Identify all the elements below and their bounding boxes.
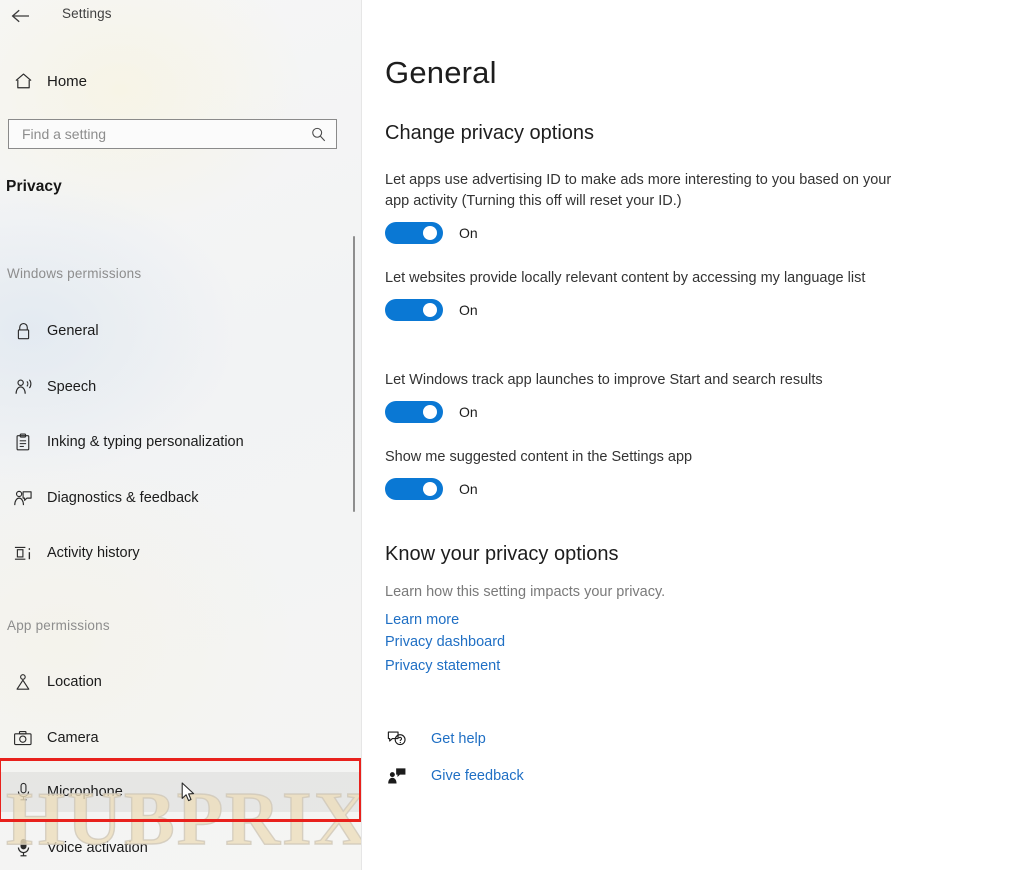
lock-icon (4, 322, 42, 341)
sidebar-item-speech[interactable]: Speech (0, 367, 362, 407)
sidebar-item-general[interactable]: General (0, 311, 362, 351)
sidebar-item-camera[interactable]: Camera (0, 718, 362, 758)
person-feedback-icon (4, 489, 42, 508)
category-heading: Privacy (6, 178, 62, 195)
section-title-change-privacy-options: Change privacy options (385, 122, 595, 144)
get-help-link[interactable]: Get help (385, 730, 486, 748)
sidebar-item-activity-history-label: Activity history (47, 545, 140, 561)
setting-advertising-id-description: Let apps use advertising ID to make ads … (385, 172, 892, 209)
group-label-app-permissions: App permissions (7, 618, 110, 633)
sidebar-item-activity-history[interactable]: Activity history (0, 533, 362, 573)
setting-language-list-toggle[interactable] (385, 299, 443, 321)
activity-history-icon (4, 544, 42, 563)
title-bar: Settings (0, 0, 362, 40)
setting-suggested-content-description: Show me suggested content in the Setting… (385, 449, 693, 465)
setting-track-app-launches: Let Windows track app launches to improv… (385, 370, 905, 423)
sidebar-item-general-label: General (47, 323, 99, 339)
link-learn-more[interactable]: Learn more (385, 612, 459, 628)
sidebar-item-home-label: Home (47, 72, 88, 90)
sidebar-scrollbar-thumb[interactable] (353, 236, 355, 512)
voice-activation-icon (4, 838, 42, 858)
camera-icon (4, 730, 42, 747)
setting-advertising-id-toggle[interactable] (385, 222, 443, 244)
microphone-icon (4, 782, 42, 802)
toggle-knob (423, 405, 437, 419)
setting-suggested-content-toggle[interactable] (385, 478, 443, 500)
search-input[interactable] (20, 120, 304, 148)
speech-person-icon (4, 378, 42, 397)
sidebar-item-speech-label: Speech (47, 379, 97, 395)
sidebar: Settings Home Privacy Windows permiss (0, 0, 362, 870)
section-subtitle-privacy: Learn how this setting impacts your priv… (385, 584, 666, 600)
give-feedback-link[interactable]: Give feedback (385, 767, 524, 785)
settings-window: Settings Home Privacy Windows permiss (0, 0, 1024, 870)
group-label-windows-permissions: Windows permissions (7, 266, 142, 281)
feedback-person-icon (385, 767, 409, 785)
sidebar-item-microphone-label: Microphone (47, 784, 123, 800)
sidebar-item-microphone[interactable]: Microphone (0, 772, 362, 812)
sidebar-item-inking-typing[interactable]: Inking & typing personalization (0, 422, 362, 462)
sidebar-item-voice-activation-label: Voice activation (47, 840, 148, 856)
setting-advertising-id-state: On (459, 225, 478, 241)
toggle-knob (423, 303, 437, 317)
setting-language-list: Let websites provide locally relevant co… (385, 268, 905, 321)
sidebar-item-home[interactable]: Home (0, 64, 350, 98)
sidebar-item-camera-label: Camera (47, 730, 99, 746)
setting-suggested-content-toggle-row: On (385, 478, 905, 500)
search-box[interactable] (8, 119, 337, 149)
sidebar-item-voice-activation[interactable]: Voice activation (0, 828, 362, 868)
sidebar-item-location-label: Location (47, 674, 102, 690)
sidebar-item-diagnostics-feedback[interactable]: Diagnostics & feedback (0, 478, 362, 518)
setting-track-app-launches-state: On (459, 404, 478, 420)
search-icon[interactable] (310, 126, 327, 148)
setting-language-list-description: Let websites provide locally relevant co… (385, 270, 866, 286)
setting-suggested-content: Show me suggested content in the Setting… (385, 447, 905, 500)
page-title: General (385, 55, 497, 90)
home-icon (4, 72, 42, 90)
setting-language-list-toggle-row: On (385, 299, 905, 321)
sidebar-item-inking-typing-label: Inking & typing personalization (47, 434, 244, 450)
main-content: General Change privacy options Let apps … (362, 0, 1024, 870)
setting-track-app-launches-toggle[interactable] (385, 401, 443, 423)
setting-language-list-state: On (459, 302, 478, 318)
question-bubble-icon (385, 730, 409, 748)
clipboard-icon (4, 432, 42, 452)
give-feedback-label: Give feedback (431, 768, 524, 784)
link-privacy-dashboard[interactable]: Privacy dashboard (385, 634, 505, 650)
sidebar-item-diagnostics-feedback-label: Diagnostics & feedback (47, 490, 199, 506)
section-title-know-your-privacy-options: Know your privacy options (385, 543, 619, 565)
setting-advertising-id: Let apps use advertising ID to make ads … (385, 170, 905, 244)
app-title: Settings (62, 6, 112, 21)
toggle-knob (423, 226, 437, 240)
setting-track-app-launches-description: Let Windows track app launches to improv… (385, 372, 823, 388)
back-arrow-icon[interactable] (6, 2, 36, 30)
get-help-label: Get help (431, 731, 486, 747)
setting-advertising-id-toggle-row: On (385, 222, 905, 244)
toggle-knob (423, 482, 437, 496)
sidebar-item-location[interactable]: Location (0, 662, 362, 702)
location-pin-person-icon (4, 673, 42, 692)
setting-track-app-launches-toggle-row: On (385, 401, 905, 423)
link-privacy-statement[interactable]: Privacy statement (385, 658, 500, 674)
setting-suggested-content-state: On (459, 481, 478, 497)
